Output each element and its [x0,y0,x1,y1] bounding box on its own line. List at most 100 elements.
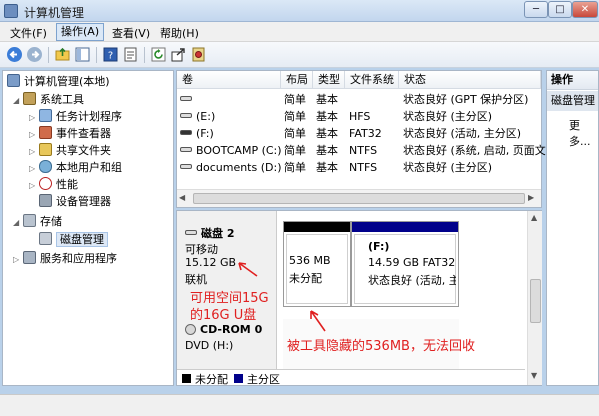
primary-partition-bar [352,222,458,232]
cdrom-name: CD-ROM 0 [200,323,263,336]
partition-name: (F:) [368,240,390,253]
refresh-icon[interactable] [150,46,167,63]
column-header-layout[interactable]: 布局 [281,71,313,89]
tree-storage[interactable]: ◢ 存储 [13,213,62,230]
maximize-button[interactable]: □ [548,1,572,18]
type-cell: 基本 [316,93,338,106]
partition-f-segment[interactable]: (F:) 14.59 GB FAT32 状态良好 (活动, 主分区 [351,221,459,307]
computer-icon [7,74,20,87]
volume-icon [180,130,192,135]
menu-view[interactable]: 查看(V) [108,25,154,41]
volume-icon [180,164,192,169]
help-icon[interactable]: ? [102,46,119,63]
column-header-type[interactable]: 类型 [313,71,345,89]
tree-storage-label: 存储 [40,215,62,228]
tree-services-apps[interactable]: ▷ 服务和应用程序 [13,250,117,267]
unallocated-segment[interactable]: 536 MB 未分配 [283,221,351,307]
expand-arrow-icon[interactable]: ▷ [13,251,23,268]
fs-cell: HFS [349,110,371,123]
settings-icon[interactable] [190,46,207,63]
tree-task-scheduler-label: 任务计划程序 [56,110,122,123]
scroll-right-icon[interactable]: ▶ [528,193,540,205]
actions-disk-management[interactable]: 磁盘管理 [547,91,598,111]
volume-name: (E:) [196,110,216,123]
event-log-icon [39,126,52,139]
tree-disk-management-label: 磁盘管理 [56,232,108,247]
close-button[interactable]: ✕ [572,1,598,18]
scroll-up-icon[interactable]: ▲ [531,213,537,222]
minimize-button[interactable]: ─ [524,1,548,18]
expand-arrow-icon[interactable]: ▷ [29,143,39,160]
table-row[interactable]: (F:) 简单 基本 FAT32 状态良好 (活动, 主分区) [177,125,541,142]
type-cell: 基本 [316,110,338,123]
menu-help[interactable]: 帮助(H) [156,25,203,41]
tree-local-users[interactable]: ▷ 本地用户和组 [29,159,122,176]
status-cell: 状态良好 (系统, 启动, 页面文 [403,144,546,157]
annotation-hidden: 被工具隐藏的536MB，无法回收 [287,339,475,354]
table-row[interactable]: documents (D:) 简单 基本 NTFS 状态良好 (主分区) [177,159,541,176]
cdrom-drive: DVD (H:) [185,339,234,352]
window-title: 计算机管理 [24,6,85,20]
scroll-left-icon[interactable]: ◀ [179,193,191,205]
volume-name: (F:) [196,127,214,140]
expand-arrow-icon[interactable]: ▷ [29,160,39,177]
layout-cell: 简单 [284,93,306,106]
scrollbar-thumb[interactable] [530,279,541,323]
table-row[interactable]: BOOTCAMP (C:) 简单 基本 NTFS 状态良好 (系统, 启动, 页… [177,142,546,159]
export-icon[interactable] [170,46,187,63]
volume-cell [180,91,196,108]
disk-state: 联机 [185,273,207,286]
tree-device-manager[interactable]: 设备管理器 [39,193,111,210]
navigation-tree: 计算机管理(本地) ◢ 系统工具 ▷ 任务计划程序 ▷ 事件查看器 ▷ 共享文件夹 ▷ 本… [2,70,174,386]
tree-system-tools[interactable]: ◢ 系统工具 [13,91,84,108]
partition-status: 状态良好 (活动, 主分区 [368,274,456,287]
disk-graph-pane: 磁盘 2 可移动 15.12 GB 联机 CD-ROM 0 DVD (H:) 5… [176,210,542,386]
legend-unallocated-swatch [182,374,191,383]
tree-disk-management[interactable]: 磁盘管理 [39,231,108,248]
tree-performance[interactable]: ▷ 性能 [29,176,78,193]
scrollbar-thumb[interactable] [193,193,525,204]
collapse-arrow-icon[interactable]: ◢ [13,92,23,109]
scroll-down-icon[interactable]: ▼ [531,371,537,380]
menu-action[interactable]: 操作(A) [56,23,105,41]
partition-size: 14.59 GB FAT32 [368,256,456,269]
menu-file[interactable]: 文件(F) [6,25,51,41]
legend-primary-label: 主分区 [247,373,280,386]
disk-icon [185,230,197,235]
expand-arrow-icon[interactable]: ▷ [29,109,39,126]
column-header-status[interactable]: 状态 [399,71,541,89]
vertical-scrollbar[interactable]: ▲ ▼ [527,211,542,385]
tree-event-viewer-label: 事件查看器 [56,127,111,140]
layout-cell: 简单 [284,127,306,140]
type-cell: 基本 [316,161,338,174]
layout-cell: 简单 [284,161,306,174]
table-row[interactable]: (E:) 简单 基本 HFS 状态良好 (主分区) [177,108,541,125]
tree-event-viewer[interactable]: ▷ 事件查看器 [29,125,111,142]
column-header-filesystem[interactable]: 文件系统 [345,71,399,89]
show-tree-icon[interactable] [74,46,91,63]
status-bar [0,394,599,416]
column-header-volume[interactable]: 卷 [177,71,281,89]
legend-primary-swatch [234,374,243,383]
status-cell: 状态良好 (主分区) [403,110,493,123]
horizontal-scrollbar[interactable]: ◀ ▶ [177,189,541,207]
tree-task-scheduler[interactable]: ▷ 任务计划程序 [29,108,122,125]
volume-cell: BOOTCAMP (C:) [180,142,282,159]
legend: 未分配 主分区 [177,369,525,386]
collapse-arrow-icon[interactable]: ◢ [13,214,23,231]
back-arrow-icon[interactable] [6,46,23,63]
tree-root[interactable]: 计算机管理(本地) [7,73,110,90]
forward-arrow-icon[interactable] [26,46,43,63]
actions-more[interactable]: 更多... [569,117,598,149]
expand-arrow-icon[interactable]: ▷ [29,126,39,143]
up-folder-icon[interactable] [54,46,71,63]
table-row[interactable]: 简单 基本 状态良好 (GPT 保护分区) [177,91,541,108]
performance-icon [39,177,52,190]
expand-arrow-icon[interactable]: ▷ [29,177,39,194]
fs-cell: FAT32 [349,127,382,140]
tree-shared-folders[interactable]: ▷ 共享文件夹 [29,142,111,159]
unallocated-size: 536 MB [289,254,331,267]
tree-performance-label: 性能 [56,178,78,191]
properties-icon[interactable] [122,46,139,63]
status-cell: 状态良好 (GPT 保护分区) [403,93,529,106]
